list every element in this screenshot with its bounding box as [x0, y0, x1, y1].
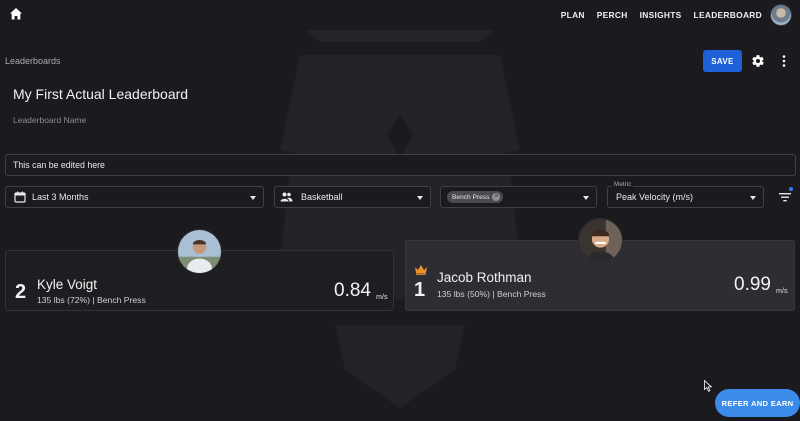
metric-value: Peak Velocity (m/s)	[616, 192, 694, 202]
athlete-avatar	[578, 218, 623, 263]
rank-number: 2	[15, 281, 27, 303]
exercise-chip-label: Bench Press	[452, 193, 490, 201]
athlete-detail: 135 lbs (50%) | Bench Press	[437, 289, 546, 299]
leaderboard-name-label: Leaderboard Name	[13, 115, 87, 125]
group-icon	[280, 192, 293, 202]
group-select[interactable]: Basketball	[274, 186, 431, 208]
filter-active-dot	[789, 187, 793, 191]
chevron-down-icon	[583, 196, 589, 200]
background-watermark	[265, 30, 535, 408]
chip-remove-icon[interactable]: ×	[492, 193, 501, 201]
crown-icon	[415, 265, 427, 275]
rank-number: 1	[414, 279, 426, 301]
metric-select[interactable]: Peak Velocity (m/s)	[607, 186, 764, 208]
filter-list-icon[interactable]	[779, 192, 791, 202]
athlete-name: Jacob Rothman	[437, 270, 532, 285]
breadcrumb[interactable]: Leaderboards	[5, 56, 61, 66]
metric-unit: m/s	[776, 286, 788, 295]
chevron-down-icon	[750, 196, 756, 200]
metric-result: 0.84	[334, 280, 371, 301]
exercise-select[interactable]: Bench Press ×	[440, 186, 597, 208]
chevron-down-icon	[250, 196, 256, 200]
nav-leaderboard[interactable]: LEADERBOARD	[694, 10, 762, 20]
description-input[interactable]	[5, 154, 796, 176]
nav-insights[interactable]: INSIGHTS	[640, 10, 682, 20]
date-range-select[interactable]: Last 3 Months	[5, 186, 264, 208]
group-value: Basketball	[301, 192, 343, 202]
nav-plan[interactable]: PLAN	[561, 10, 585, 20]
athlete-name: Kyle Voigt	[37, 277, 98, 292]
metric-unit: m/s	[376, 292, 388, 301]
more-vertical-icon[interactable]	[779, 55, 789, 67]
metric-result: 0.99	[734, 274, 771, 295]
mouse-cursor-icon	[704, 380, 712, 392]
user-avatar[interactable]	[770, 4, 792, 26]
athlete-detail: 135 lbs (72%) | Bench Press	[37, 295, 146, 305]
chevron-down-icon	[417, 196, 423, 200]
top-bar: PLAN PERCH INSIGHTS LEADERBOARD	[0, 0, 800, 30]
exercise-chip[interactable]: Bench Press ×	[447, 191, 504, 203]
date-range-value: Last 3 Months	[32, 192, 89, 202]
refer-and-earn-button[interactable]: REFER AND EARN	[715, 389, 800, 417]
main-nav: PLAN PERCH INSIGHTS LEADERBOARD	[549, 0, 762, 30]
leaderboard-title[interactable]: My First Actual Leaderboard	[13, 86, 188, 102]
athlete-avatar	[177, 229, 222, 274]
save-button[interactable]: SAVE	[703, 50, 742, 72]
home-icon[interactable]	[9, 7, 23, 21]
nav-perch[interactable]: PERCH	[597, 10, 628, 20]
calendar-icon	[14, 191, 26, 203]
gear-icon[interactable]	[751, 54, 765, 68]
metric-label: Metric	[612, 181, 634, 188]
